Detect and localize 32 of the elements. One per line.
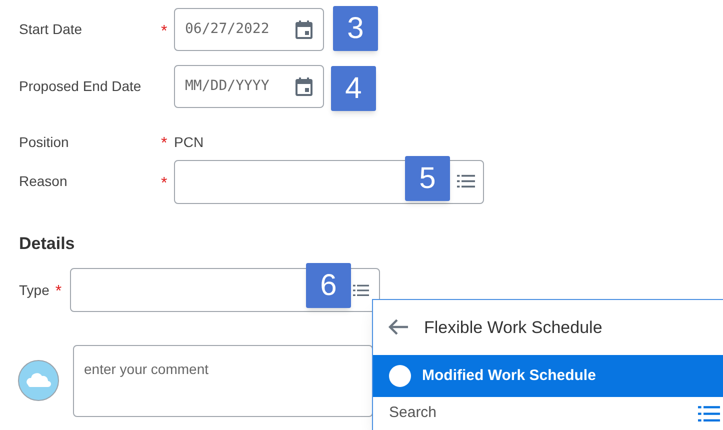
step-badge: 5 [405,156,450,201]
back-arrow-icon[interactable] [387,318,409,336]
required-asterisk: * [160,134,168,154]
step-badge: 3 [333,6,378,51]
calendar-icon[interactable] [295,76,313,96]
list-icon[interactable] [353,284,370,296]
required-asterisk: * [160,174,168,194]
list-icon[interactable] [457,174,475,189]
list-icon[interactable] [698,404,720,422]
date-placeholder: MM/DD/YYYY [185,77,270,96]
search-placeholder[interactable]: Search [389,402,437,425]
dropdown-option[interactable]: Modified Work Schedule [373,354,723,398]
field-label: Start Date [18,20,84,39]
comment-placeholder: enter your comment [84,360,208,376]
field-value: PCN [174,132,204,152]
field-label: Type [18,280,50,300]
radio-button[interactable] [389,364,411,387]
date-field[interactable]: 06/27/2022 [174,8,324,51]
step-badge: 4 [331,66,376,111]
dropdown-title: Flexible Work Schedule [424,316,602,339]
date-value: 06/27/2022 [185,20,270,39]
field-label: Position [18,132,70,152]
calendar-icon[interactable] [295,20,313,40]
field-label: Reason [18,172,68,191]
date-field[interactable]: MM/DD/YYYY [174,65,324,108]
field-label: Proposed End Date [18,77,141,96]
required-asterisk: * [54,282,63,302]
section-heading: Details [18,233,76,255]
step-badge: 6 [306,262,351,308]
required-asterisk: * [160,22,168,42]
select-field[interactable] [174,160,484,204]
avatar-icon [18,360,59,401]
